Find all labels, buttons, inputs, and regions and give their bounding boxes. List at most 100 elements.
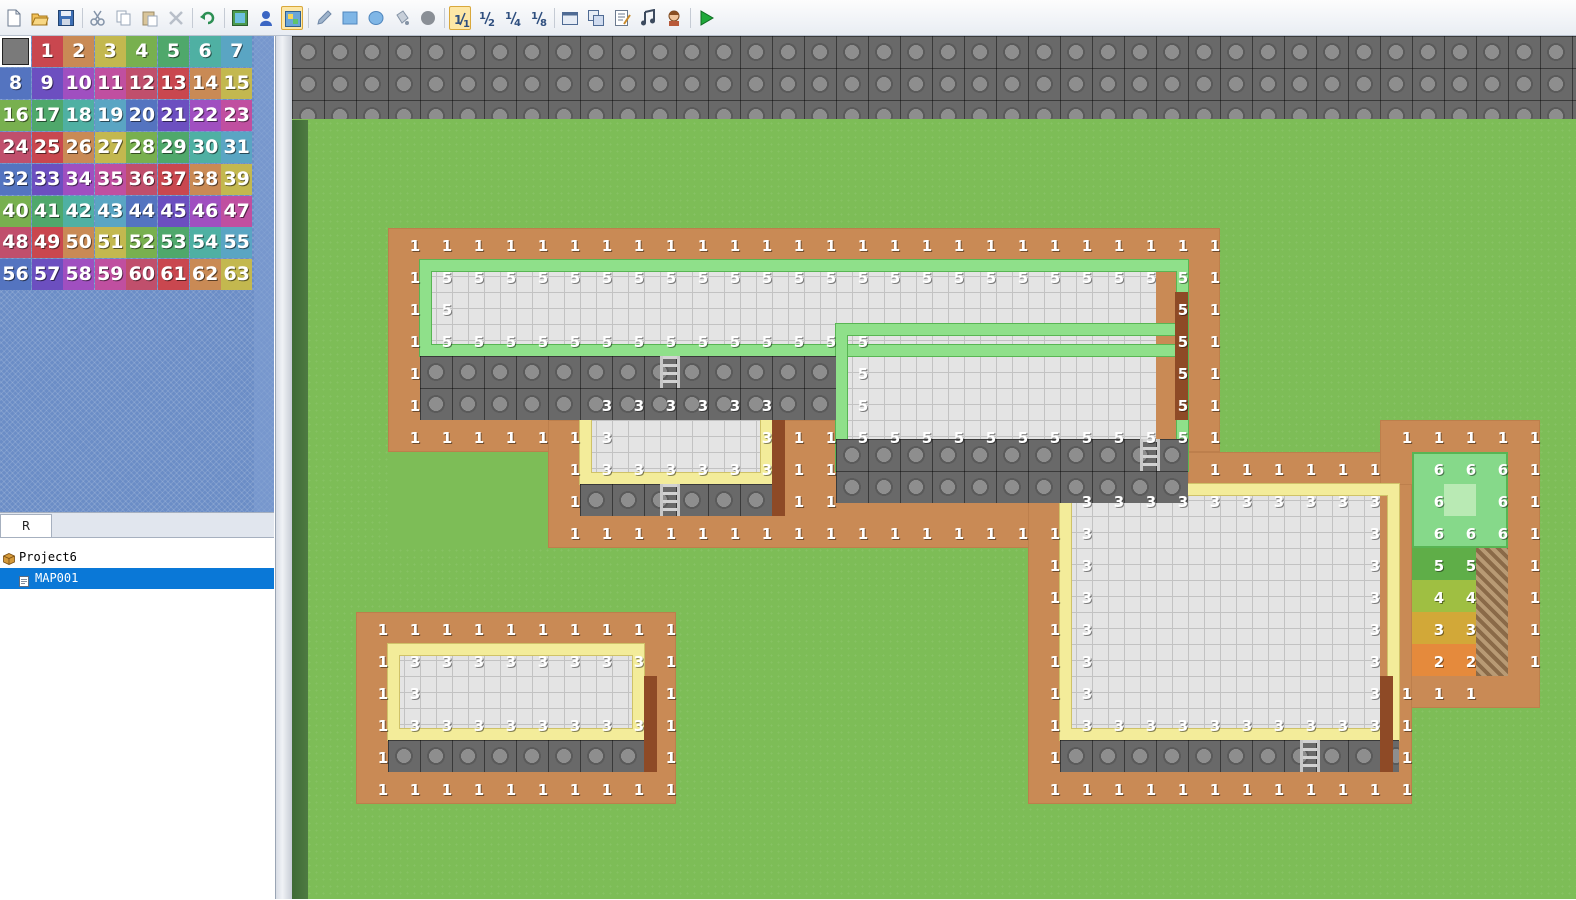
tree-item-project[interactable]: Project6 <box>0 547 274 568</box>
panel-splitter[interactable] <box>276 36 292 899</box>
region-cell-45[interactable]: 45 <box>158 195 189 227</box>
region-cell-31[interactable]: 31 <box>221 131 253 163</box>
ellipse-button[interactable] <box>365 6 387 30</box>
cliff-edge-1 <box>1175 292 1188 420</box>
region-cell-27[interactable]: 27 <box>94 131 126 163</box>
region-cell-26[interactable]: 26 <box>63 131 95 163</box>
flood-fill-button[interactable] <box>391 6 413 30</box>
region-cell-30[interactable]: 30 <box>189 131 221 163</box>
region-cell-42[interactable]: 42 <box>63 195 95 227</box>
region-cell-57[interactable]: 57 <box>31 259 63 291</box>
zoom-1-8-button[interactable]: 18 <box>527 6 549 30</box>
region-cell-44[interactable]: 44 <box>126 195 158 227</box>
event-layer-button[interactable] <box>255 6 277 30</box>
playtest-button[interactable] <box>695 6 717 30</box>
region-cell-5[interactable]: 5 <box>158 36 189 67</box>
region-cell-24[interactable]: 24 <box>0 131 31 163</box>
region-cell-60[interactable]: 60 <box>126 259 158 291</box>
region-cell-46[interactable]: 46 <box>189 195 221 227</box>
region-cell-49[interactable]: 49 <box>31 227 63 259</box>
undo-button[interactable] <box>197 6 219 30</box>
region-cell-22[interactable]: 22 <box>189 99 221 131</box>
region-cell-33[interactable]: 33 <box>31 163 63 195</box>
region-cell-58[interactable]: 58 <box>63 259 95 291</box>
zoom-1-2-button[interactable]: 12 <box>475 6 497 30</box>
region-cell-41[interactable]: 41 <box>31 195 63 227</box>
region-cell-29[interactable]: 29 <box>158 131 189 163</box>
cut-button[interactable] <box>87 6 109 30</box>
region-cell-9[interactable]: 9 <box>31 67 63 99</box>
new-project-button[interactable] <box>3 6 25 30</box>
region-cell-15[interactable]: 15 <box>221 67 253 99</box>
resource-manager-button[interactable] <box>585 6 607 30</box>
region-cell-53[interactable]: 53 <box>158 227 189 259</box>
region-palette[interactable]: 1 2 3 4 5 6 7 8 9 10 11 12 13 14 15 16 17 18 19 20 21 22 23 24 2… <box>0 36 274 512</box>
pencil-button[interactable] <box>313 6 335 30</box>
region-cell-36[interactable]: 36 <box>126 163 158 195</box>
script-editor-icon <box>615 10 631 26</box>
region-cell-6[interactable]: 6 <box>189 36 221 67</box>
region-cell-40[interactable]: 40 <box>0 195 31 227</box>
region-cell-32[interactable]: 32 <box>0 163 31 195</box>
region-cell-1[interactable]: 1 <box>31 36 63 67</box>
region-cell-18[interactable]: 18 <box>63 99 95 131</box>
copy-button[interactable] <box>113 6 135 30</box>
region-cell-14[interactable]: 14 <box>189 67 221 99</box>
region-cell-52[interactable]: 52 <box>126 227 158 259</box>
region-cell-17[interactable]: 17 <box>31 99 63 131</box>
rectangle-button[interactable] <box>339 6 361 30</box>
region-cell-61[interactable]: 61 <box>158 259 189 291</box>
region-cell-48[interactable]: 48 <box>0 227 31 259</box>
region-cell-37[interactable]: 37 <box>158 163 189 195</box>
region-cell-7[interactable]: 7 <box>221 36 253 67</box>
region-cell-34[interactable]: 34 <box>63 163 95 195</box>
open-project-button[interactable] <box>29 6 51 30</box>
map-layer-button[interactable] <box>229 6 251 30</box>
region-cell-35[interactable]: 35 <box>94 163 126 195</box>
database-button[interactable] <box>559 6 581 30</box>
region-cell-8[interactable]: 8 <box>0 67 31 99</box>
region-cell-eraser[interactable] <box>0 36 31 67</box>
region-cell-23[interactable]: 23 <box>221 99 253 131</box>
region-cell-25[interactable]: 25 <box>31 131 63 163</box>
region-cell-4[interactable]: 4 <box>126 36 158 67</box>
sound-test-button[interactable] <box>637 6 659 30</box>
region-cell-56[interactable]: 56 <box>0 259 31 291</box>
zoom-1-4-button[interactable]: 14 <box>501 6 523 30</box>
region-cell-62[interactable]: 62 <box>189 259 221 291</box>
region-cell-10[interactable]: 10 <box>63 67 95 99</box>
region-cell-19[interactable]: 19 <box>94 99 126 131</box>
region-cell-3[interactable]: 3 <box>94 36 126 67</box>
region-cell-13[interactable]: 13 <box>158 67 189 99</box>
character-generator-button[interactable] <box>663 6 685 30</box>
paste-button[interactable] <box>139 6 161 30</box>
tab-region[interactable]: R <box>0 514 52 537</box>
region-cell-2[interactable]: 2 <box>63 36 95 67</box>
region-cell-50[interactable]: 50 <box>63 227 95 259</box>
delete-button[interactable] <box>165 6 187 30</box>
region-cell-47[interactable]: 47 <box>221 195 253 227</box>
region-cell-43[interactable]: 43 <box>94 195 126 227</box>
region-cell-21[interactable]: 21 <box>158 99 189 131</box>
region-cell-16[interactable]: 16 <box>0 99 31 131</box>
region-cell-20[interactable]: 20 <box>126 99 158 131</box>
region-cell-59[interactable]: 59 <box>94 259 126 291</box>
region-cell-38[interactable]: 38 <box>189 163 221 195</box>
region-cell-54[interactable]: 54 <box>189 227 221 259</box>
region-cell-39[interactable]: 39 <box>221 163 253 195</box>
region-cell-51[interactable]: 51 <box>94 227 126 259</box>
script-editor-button[interactable] <box>611 6 633 30</box>
region-cell-12[interactable]: 12 <box>126 67 158 99</box>
map-tree[interactable]: Project6 MAP001 <box>0 540 274 900</box>
region-layer-button[interactable] <box>281 6 303 30</box>
tree-item-map001[interactable]: MAP001 <box>0 568 274 589</box>
shadow-pen-button[interactable] <box>417 6 439 30</box>
palette-scrollbar[interactable] <box>254 36 274 512</box>
save-project-button[interactable] <box>55 6 77 30</box>
region-cell-63[interactable]: 63 <box>221 259 253 291</box>
region-cell-55[interactable]: 55 <box>221 227 253 259</box>
region-cell-28[interactable]: 28 <box>126 131 158 163</box>
map-canvas[interactable]: 1111111111111111111111111115555555555555… <box>292 36 1576 899</box>
region-cell-11[interactable]: 11 <box>94 67 126 99</box>
zoom-1-1-button[interactable]: 11 <box>449 6 471 30</box>
